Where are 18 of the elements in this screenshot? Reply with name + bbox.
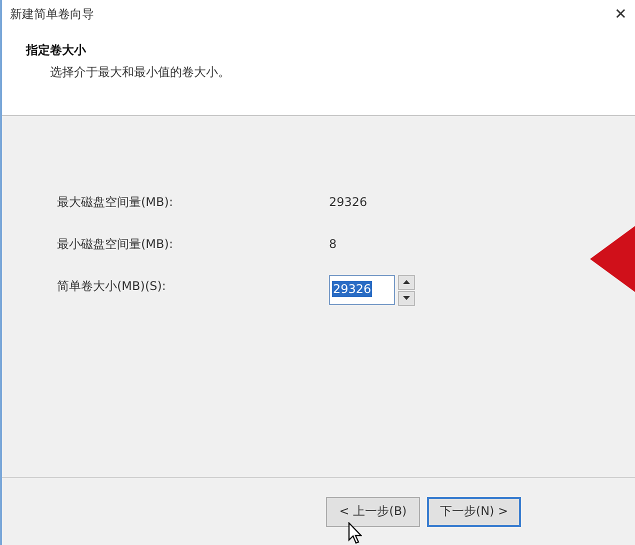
- page-heading: 指定卷大小: [26, 42, 88, 59]
- wizard-button[interactable]: 下一步(N) >: [427, 496, 521, 526]
- decrement-button[interactable]: [398, 290, 415, 306]
- window-title: 新建简单卷向导: [10, 6, 94, 22]
- increment-button[interactable]: [398, 274, 415, 290]
- field-label: 最小磁盘空间量(MB):: [57, 236, 174, 252]
- down-arrow-icon: [403, 296, 410, 300]
- field-value: 8: [329, 237, 337, 251]
- field-label: 简单卷大小(MB)(S):: [57, 278, 167, 294]
- size-input[interactable]: 29326: [329, 275, 395, 305]
- wizard-button[interactable]: < 上一步(B): [326, 496, 420, 526]
- mouse-cursor-icon: [348, 522, 362, 544]
- page-description: 选择介于最大和最小值的卷大小。: [50, 64, 231, 81]
- field-value: 29326: [329, 195, 368, 209]
- close-button[interactable]: ✕: [606, 0, 635, 28]
- up-arrow-icon: [403, 280, 410, 284]
- pointer-triangle-icon: [590, 226, 635, 292]
- field-label: 最大磁盘空间量(MB):: [57, 194, 174, 210]
